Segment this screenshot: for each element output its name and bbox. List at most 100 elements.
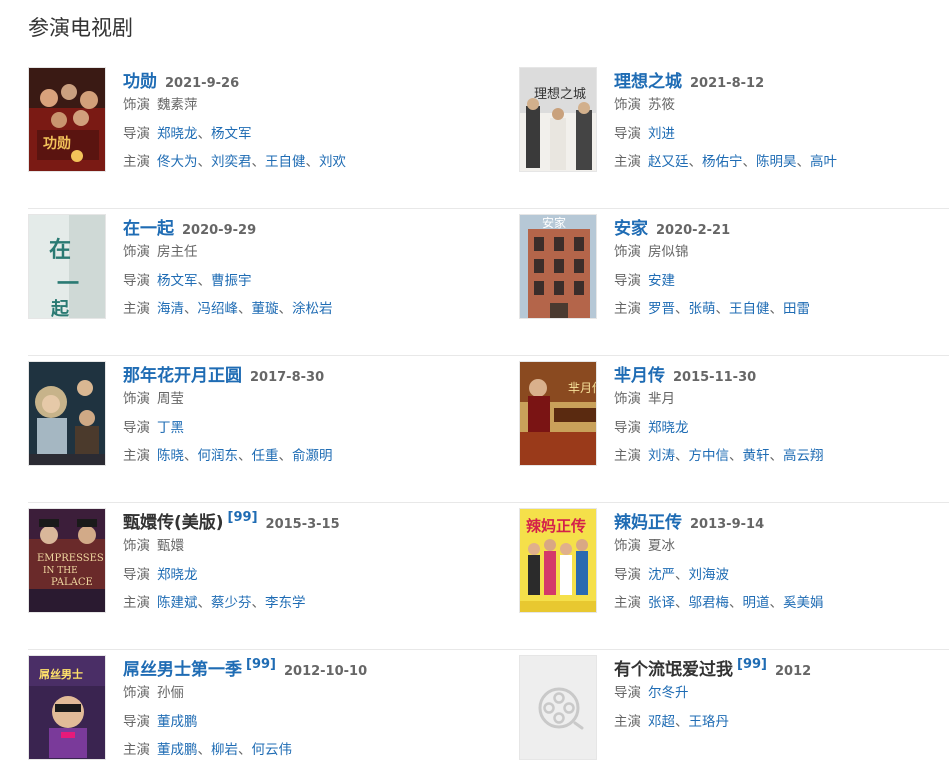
cast-link[interactable]: 田雷 [783, 301, 810, 317]
name-separator: 、 [238, 742, 252, 758]
cast-link[interactable]: 陈建斌 [157, 595, 198, 611]
cast-link[interactable]: 刘欢 [319, 154, 346, 170]
cast-link[interactable]: 柳岩 [211, 742, 238, 758]
series-title-link[interactable]: 有个流氓爱过我 [614, 655, 733, 680]
director-line: 导演 郑晓龙 [123, 561, 463, 590]
director-link[interactable]: 郑晓龙 [157, 126, 198, 142]
cast-link[interactable]: 董璇 [252, 301, 279, 317]
name-separator: 、 [251, 595, 266, 611]
series-title-link[interactable]: 理想之城 [614, 67, 682, 92]
role-label: 饰演 [614, 97, 641, 113]
director-link[interactable]: 杨文军 [157, 273, 198, 289]
director-line: 导演 董成鹏 [123, 708, 463, 737]
cast-link[interactable]: 刘涛 [648, 448, 675, 464]
cast-link[interactable]: 高云翔 [783, 448, 824, 464]
series-poster[interactable]: 在一起 [28, 214, 106, 319]
director-link[interactable]: 杨文军 [211, 126, 252, 142]
cast-link[interactable]: 张萌 [689, 301, 716, 317]
cast-link[interactable]: 涂松岩 [292, 301, 333, 317]
director-link[interactable]: 尔冬升 [648, 685, 689, 701]
series-poster[interactable]: 安家 [519, 214, 597, 319]
cast-link[interactable]: 明道 [743, 595, 770, 611]
cast-link[interactable]: 黄轩 [743, 448, 770, 464]
cast-link[interactable]: 海清 [157, 301, 184, 317]
cast-link[interactable]: 冯绍峰 [198, 301, 239, 317]
director-link[interactable]: 安建 [648, 273, 675, 289]
director-link[interactable]: 董成鹏 [157, 714, 198, 730]
director-link[interactable]: 郑晓龙 [648, 420, 689, 436]
director-link[interactable]: 刘进 [648, 126, 675, 142]
rating-badge[interactable]: [99] [228, 510, 258, 525]
film-reel-icon[interactable] [519, 655, 597, 760]
role-value: 夏冰 [648, 538, 675, 554]
cast-names: 陈晓、何润东、任重、俞灏明 [157, 448, 333, 464]
director-link[interactable]: 丁黑 [157, 420, 184, 436]
series-poster[interactable]: EMPRESSES IN THE PALACE [28, 508, 106, 613]
cast-link[interactable]: 赵又廷 [648, 154, 689, 170]
role-value: 孙俪 [157, 685, 184, 701]
series-title-link[interactable]: 那年花开月正圆 [123, 361, 242, 386]
cast-link[interactable]: 佟大为 [157, 154, 198, 170]
cast-link[interactable]: 邬君梅 [689, 595, 730, 611]
series-item: 那年花开月正圆 2017-8-30 饰演 周莹 导演 丁黑 主演 陈晓、何润东、任重、俞灏明 [28, 361, 468, 471]
cast-link[interactable]: 高叶 [810, 154, 837, 170]
cast-link[interactable]: 方中信 [689, 448, 730, 464]
name-separator: 、 [278, 448, 293, 464]
director-link[interactable]: 郑晓龙 [157, 567, 198, 583]
series-poster[interactable]: 理想之城 [519, 67, 597, 172]
role-line: 饰演 甄嬛 [123, 532, 463, 561]
cast-link[interactable]: 张译 [648, 595, 675, 611]
cast-link[interactable]: 奚美娟 [783, 595, 824, 611]
cast-link[interactable]: 李东学 [265, 595, 306, 611]
series-date: 2020-9-29 [182, 223, 257, 238]
cast-link[interactable]: 王珞丹 [689, 714, 730, 730]
series-title-link[interactable]: 甄嬛传(美版) [123, 508, 224, 533]
series-info: 功勋 2021-9-26 饰演 魏素萍 导演 郑晓龙、杨文军 主演 佟大为、刘奕君、王自健、刘… [123, 67, 463, 177]
series-title-line: 甄嬛传(美版) [99] 2015-3-15 [123, 508, 463, 533]
series-title-link[interactable]: 在一起 [123, 214, 174, 239]
cast-link[interactable]: 罗晋 [648, 301, 675, 317]
series-poster[interactable]: 屌丝男士 [28, 655, 106, 760]
series-row: 功勋 功勋 2021-9-26 饰演 魏素萍 导演 郑晓龙、杨文军 主演 佟大为、刘奕君、王自健… [28, 62, 949, 209]
director-link[interactable]: 沈严 [648, 567, 675, 583]
series-info: 在一起 2020-9-29 饰演 房主任 导演 杨文军、曹振宇 主演 海清、冯绍峰、董璇、涂松… [123, 214, 463, 324]
director-label: 导演 [614, 272, 641, 289]
director-names: 郑晓龙 [648, 420, 689, 436]
cast-link[interactable]: 杨佑宁 [702, 154, 743, 170]
cast-link[interactable]: 董成鹏 [157, 742, 198, 758]
cast-link[interactable]: 陈明昊 [756, 154, 797, 170]
series-poster[interactable]: 功勋 [28, 67, 106, 172]
cast-line: 主演 罗晋、张萌、王自健、田雷 [614, 295, 949, 324]
cast-link[interactable]: 任重 [252, 448, 279, 464]
director-link[interactable]: 曹振宇 [211, 273, 252, 289]
rating-badge[interactable]: [99] [737, 657, 767, 672]
series-title-link[interactable]: 芈月传 [614, 361, 665, 386]
rating-badge[interactable]: [99] [246, 657, 276, 672]
series-poster[interactable]: 芈月传 [519, 361, 597, 466]
cast-link[interactable]: 邓超 [648, 714, 675, 730]
series-title-link[interactable]: 辣妈正传 [614, 508, 682, 533]
cast-link[interactable]: 陈晓 [157, 448, 184, 464]
series-poster[interactable]: 辣妈正传 [519, 508, 597, 613]
series-info: 有个流氓爱过我 [99] 2012 导演 尔冬升 主演 邓超、王珞丹 [614, 655, 949, 736]
cast-link[interactable]: 俞灏明 [292, 448, 333, 464]
cast-link[interactable]: 王自健 [265, 154, 306, 170]
cast-link[interactable]: 何云伟 [252, 742, 293, 758]
series-title-link[interactable]: 安家 [614, 214, 648, 239]
series-info: 理想之城 2021-8-12 饰演 苏筱 导演 刘进 主演 赵又廷、杨佑宁、陈明昊、高叶 [614, 67, 949, 177]
cast-link[interactable]: 蔡少芬 [211, 595, 252, 611]
director-label: 导演 [614, 419, 641, 436]
director-line: 导演 刘进 [614, 120, 949, 149]
series-item: 辣妈正传 辣妈正传 2013-9-14 饰演 夏冰 导演 沈严、刘海波 主演 张译、邬君梅、明道… [519, 508, 949, 618]
series-title-link[interactable]: 屌丝男士第一季 [123, 655, 242, 680]
cast-link[interactable]: 何润东 [198, 448, 239, 464]
series-poster[interactable] [28, 361, 106, 466]
cast-link[interactable]: 刘奕君 [211, 154, 252, 170]
series-info: 辣妈正传 2013-9-14 饰演 夏冰 导演 沈严、刘海波 主演 张译、邬君梅、明道、奚美娟 [614, 508, 949, 618]
director-link[interactable]: 刘海波 [689, 567, 730, 583]
cast-link[interactable]: 王自健 [729, 301, 770, 317]
series-title-link[interactable]: 功勋 [123, 67, 157, 92]
role-label: 饰演 [614, 538, 641, 554]
series-info: 那年花开月正圆 2017-8-30 饰演 周莹 导演 丁黑 主演 陈晓、何润东、任重、俞灏明 [123, 361, 463, 471]
series-date: 2020-2-21 [656, 223, 731, 238]
